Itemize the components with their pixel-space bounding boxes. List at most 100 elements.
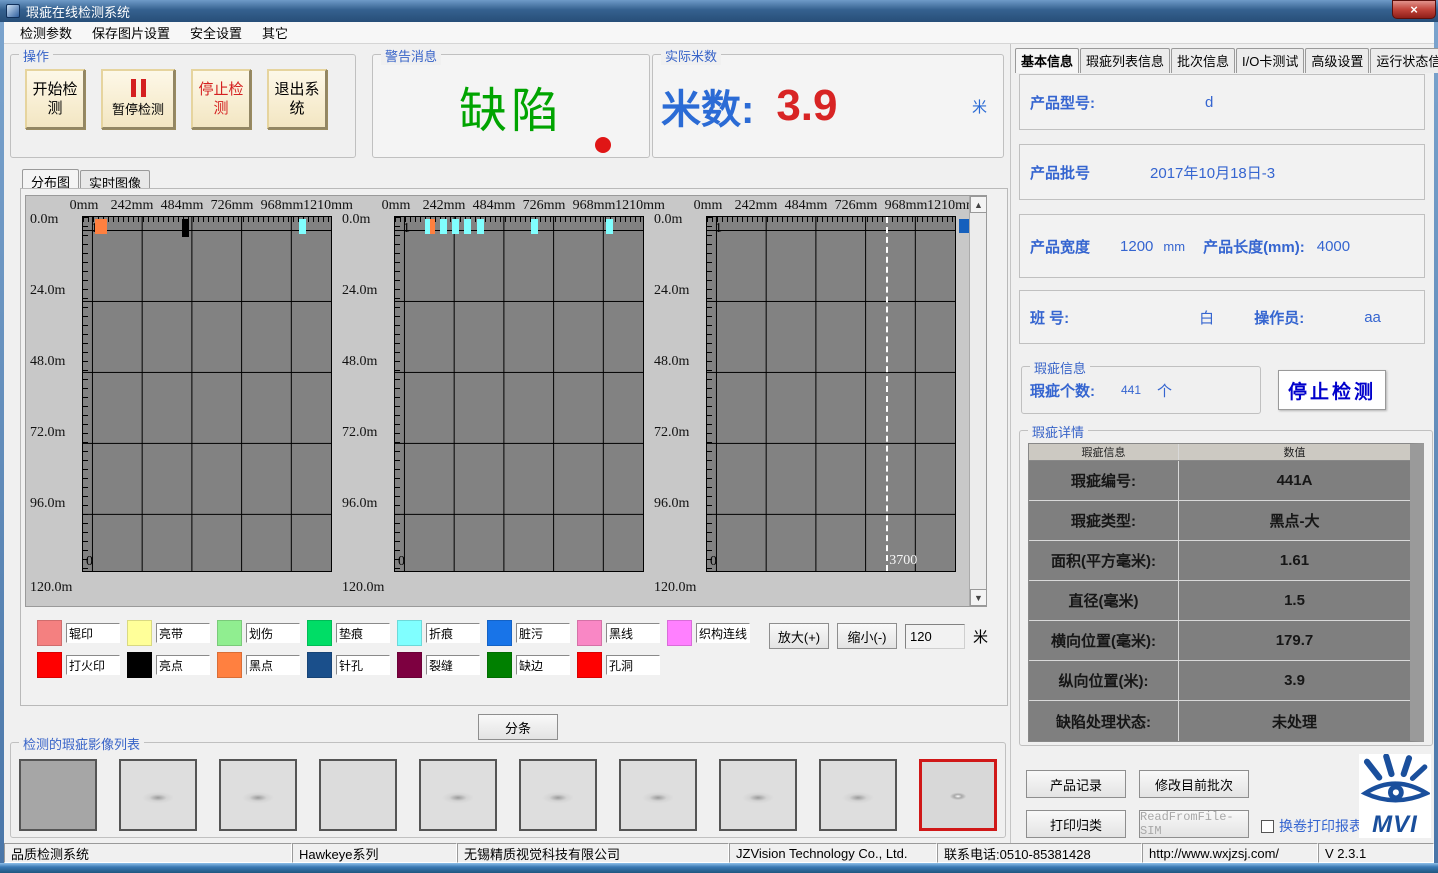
- x-tick: 242mm: [111, 198, 154, 214]
- exit-system-button[interactable]: 退出系统: [267, 69, 327, 129]
- status-bar: 品质检测系统 Hawkeye系列 无锡精质视觉科技有限公司 JZVision T…: [4, 843, 1434, 863]
- product-width-label: 产品宽度: [1030, 236, 1090, 257]
- tab-advanced-settings[interactable]: 高级设置: [1305, 48, 1369, 73]
- defect-thumbnail[interactable]: [19, 759, 97, 831]
- shift-value: 白: [1199, 307, 1214, 328]
- eye-icon: [1360, 754, 1430, 808]
- close-button[interactable]: ×: [1392, 0, 1436, 19]
- defect-mark[interactable]: [464, 219, 471, 234]
- menu-security-settings[interactable]: 安全设置: [180, 21, 252, 44]
- x-tick: 726mm: [211, 198, 254, 214]
- defect-thumbnail-selected[interactable]: [919, 759, 997, 831]
- modify-batch-button[interactable]: 修改目前批次: [1139, 770, 1249, 798]
- read-from-file-button[interactable]: ReadFromFile-SIM: [1139, 810, 1249, 838]
- defect-thumbnail[interactable]: [819, 759, 897, 831]
- pause-icon: [131, 79, 146, 97]
- defect-thumbnail[interactable]: [119, 759, 197, 831]
- y-tick-end: 120.0m: [654, 580, 696, 596]
- stop-detection-action-button[interactable]: 停止检测: [1278, 370, 1386, 410]
- range-input[interactable]: [905, 624, 965, 649]
- chart-plot-area[interactable]: 1 0 3700: [706, 216, 956, 572]
- range-unit-label: 米: [973, 626, 988, 647]
- x-tick: 968mm: [885, 198, 928, 214]
- print-classify-button[interactable]: 打印归类: [1026, 810, 1126, 838]
- legend-label: 划伤: [246, 623, 300, 643]
- product-record-button[interactable]: 产品记录: [1026, 770, 1126, 798]
- defect-type-legend: 辊印 亮带 划伤 垫痕 折痕 脏污: [37, 617, 761, 685]
- defect-mark[interactable]: [299, 219, 306, 234]
- defect-mark[interactable]: [452, 219, 459, 234]
- info-tabstrip: 基本信息 瑕疵列表信息 批次信息 I/O卡测试 高级设置 运行状态信息: [1015, 48, 1438, 73]
- origin-label: 0: [398, 554, 405, 570]
- menu-detect-params[interactable]: 检测参数: [10, 21, 82, 44]
- defect-thumbnail[interactable]: [619, 759, 697, 831]
- menu-other[interactable]: 其它: [252, 21, 298, 44]
- legend-item: 辊印: [37, 620, 127, 646]
- shift-operator-row: 班 号: 白 操作员: aa: [1019, 290, 1425, 344]
- scroll-up-icon[interactable]: ▲: [970, 196, 987, 213]
- defect-thumbnail[interactable]: [519, 759, 597, 831]
- position-cursor-line: [886, 217, 888, 571]
- defect-mark[interactable]: [430, 219, 435, 234]
- row-number-label: 1: [403, 221, 410, 237]
- y-tick: 24.0m: [654, 283, 689, 299]
- shift-label: 班 号:: [1030, 307, 1069, 328]
- tab-batch-info[interactable]: 批次信息: [1171, 48, 1235, 73]
- tab-io-card-test[interactable]: I/O卡测试: [1236, 48, 1304, 73]
- legend-item: 划伤: [217, 620, 307, 646]
- row-value: 3.9: [1179, 661, 1410, 700]
- legend-item: 脏污: [487, 620, 577, 646]
- legend-swatch: [577, 652, 602, 678]
- app-icon: [6, 4, 20, 18]
- axis-ticks: [707, 217, 955, 222]
- defect-mark[interactable]: [440, 219, 447, 234]
- defect-thumbnail[interactable]: [419, 759, 497, 831]
- strip-split-button[interactable]: 分条: [478, 714, 558, 740]
- start-detection-button[interactable]: 开始检测: [25, 69, 85, 129]
- defect-mark[interactable]: [606, 219, 613, 234]
- legend-item: 折痕: [397, 620, 487, 646]
- defect-thumbnail[interactable]: [719, 759, 797, 831]
- roll-print-checkbox[interactable]: [1261, 820, 1274, 833]
- tab-defect-list-info[interactable]: 瑕疵列表信息: [1080, 48, 1170, 73]
- tab-run-status-info[interactable]: 运行状态信息: [1370, 48, 1438, 73]
- defect-thumbnail[interactable]: [319, 759, 397, 831]
- defect-image-list-group: 检测的瑕疵影像列表: [10, 742, 1006, 838]
- defect-mark[interactable]: [531, 219, 538, 234]
- defect-thumbnail[interactable]: [219, 759, 297, 831]
- meter-count-label: 米数:: [661, 77, 754, 135]
- charts-scrollbar[interactable]: ▲ ▼: [969, 196, 986, 606]
- row-value: 441A: [1179, 461, 1410, 500]
- chart-plot-area[interactable]: 1 0: [82, 216, 332, 572]
- stop-detection-button[interactable]: 停止检测: [191, 69, 251, 129]
- zoom-out-button[interactable]: 缩小(-): [837, 623, 897, 649]
- product-width-value: 1200: [1120, 238, 1153, 255]
- legend-item: 缺边: [487, 652, 577, 678]
- axis-ticks: [83, 217, 88, 571]
- x-tick: 242mm: [423, 198, 466, 214]
- operation-group: 操作 开始检测 暂停检测 停止检测 退出系统: [10, 54, 356, 158]
- menu-save-image-settings[interactable]: 保存图片设置: [82, 21, 180, 44]
- chart-plot-area[interactable]: 1 0: [394, 216, 644, 572]
- pause-detection-button[interactable]: 暂停检测: [101, 69, 175, 129]
- defect-mark[interactable]: [182, 219, 189, 237]
- roll-print-label: 换卷打印报表: [1279, 816, 1363, 836]
- x-tick: 484mm: [473, 198, 516, 214]
- tab-basic-info[interactable]: 基本信息: [1015, 48, 1079, 73]
- y-tick-end: 120.0m: [342, 580, 384, 596]
- scroll-down-icon[interactable]: ▼: [970, 589, 987, 606]
- legend-swatch: [37, 620, 62, 646]
- defect-image-list-label: 检测的瑕疵影像列表: [19, 734, 144, 753]
- operator-value: aa: [1364, 309, 1381, 326]
- legend-label: 亮点: [156, 655, 210, 675]
- defect-mark[interactable]: [477, 219, 484, 234]
- legend-swatch: [127, 620, 152, 646]
- defect-count-unit: 个: [1157, 380, 1172, 401]
- legend-label: 黑线: [606, 623, 660, 643]
- zoom-in-button[interactable]: 放大(+): [769, 623, 829, 649]
- x-tick: 484mm: [785, 198, 828, 214]
- defect-mark[interactable]: [95, 219, 107, 234]
- product-batch-label: 产品批号: [1030, 162, 1090, 183]
- table-row: 直径(毫米) 1.5: [1029, 581, 1410, 621]
- status-url[interactable]: http://www.wxjzsj.com/: [1142, 843, 1318, 863]
